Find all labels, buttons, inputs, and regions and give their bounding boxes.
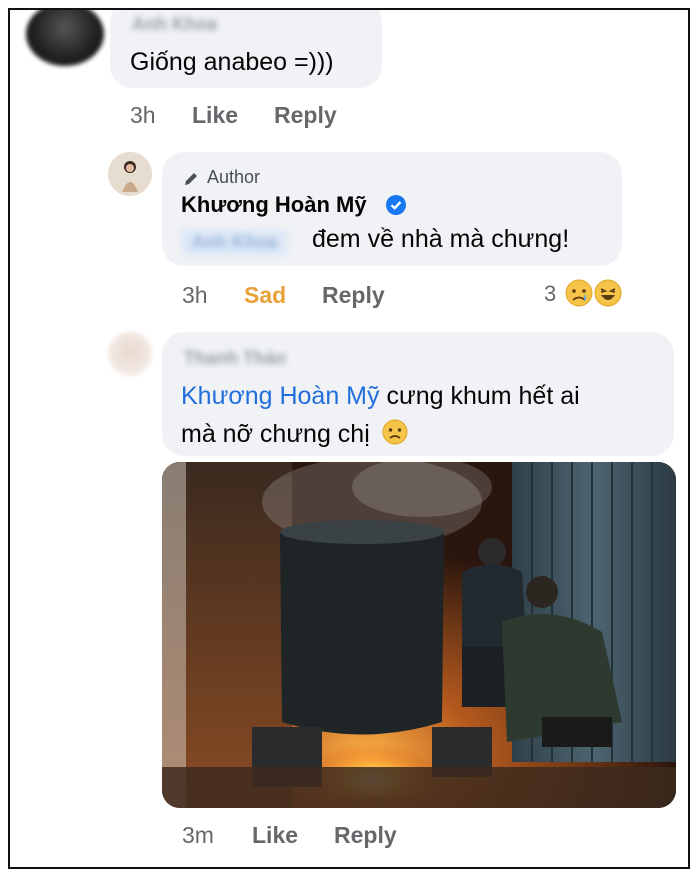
comment-author[interactable]: Thanh Thảo [184, 348, 286, 369]
comment-text: mà nỡ chưng chị [181, 418, 409, 453]
comment-text-line: mà nỡ chưng chị [181, 420, 370, 448]
verified-badge-icon [386, 195, 406, 220]
sad-reaction-button[interactable]: Sad [244, 282, 286, 309]
reply-button[interactable]: Reply [274, 102, 337, 129]
comment-timestamp[interactable]: 3m [182, 822, 214, 849]
comment-timestamp[interactable]: 3h [130, 102, 156, 129]
like-button[interactable]: Like [192, 102, 238, 129]
avatar[interactable] [108, 332, 152, 376]
comment-author[interactable]: Anh Khoa [132, 14, 217, 35]
mention-link[interactable]: Khương Hoàn Mỹ [181, 382, 380, 410]
comment-thread: Anh Khoa Giống anabeo =))) 3h Like Reply… [8, 8, 690, 869]
author-badge: Author [207, 167, 261, 187]
avatar[interactable] [26, 10, 104, 66]
comment-text-line: cưng khum hết ai [386, 382, 580, 410]
frowning-face-emoji [381, 418, 409, 453]
reply-button[interactable]: Reply [334, 822, 397, 849]
sad-reaction-icon [564, 278, 594, 313]
comment-author[interactable]: Khương Hoàn Mỹ [181, 192, 367, 218]
reply-button[interactable]: Reply [322, 282, 385, 309]
comment-text: đem về nhà mà chưng! [312, 225, 570, 253]
comment-photo[interactable] [162, 462, 676, 808]
pencil-icon [182, 170, 200, 193]
avatar[interactable] [108, 152, 152, 196]
reaction-count[interactable]: 3 [544, 281, 556, 307]
haha-reaction-icon [593, 278, 623, 313]
comment-text: Giống anabeo =))) [130, 48, 334, 76]
like-button[interactable]: Like [252, 822, 298, 849]
comment-timestamp[interactable]: 3h [182, 282, 208, 309]
comment-text: Khương Hoàn Mỹ cưng khum hết ai [181, 382, 580, 411]
mention-tag[interactable]: Anh Khoa [182, 230, 287, 255]
